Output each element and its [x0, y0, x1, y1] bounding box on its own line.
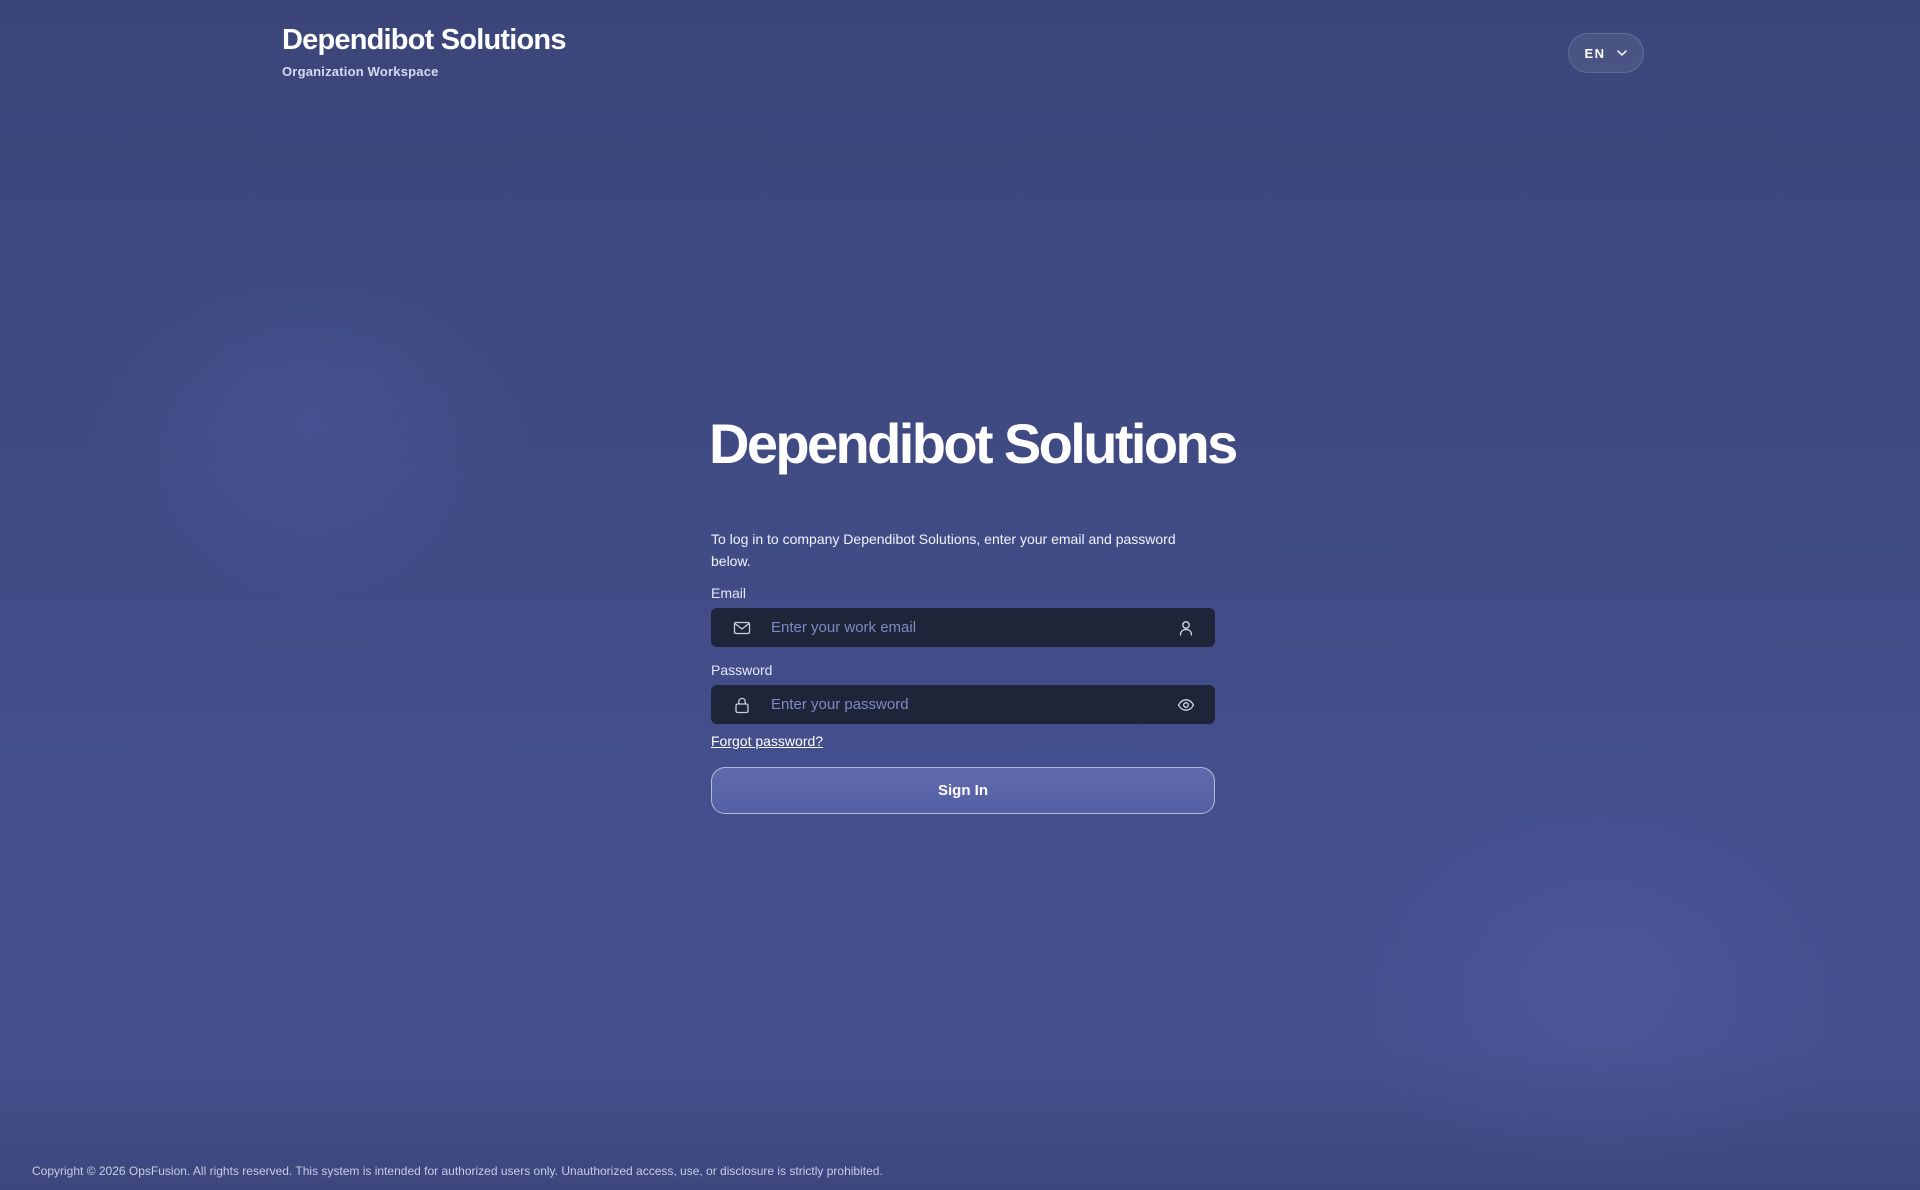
email-input[interactable] — [771, 608, 1177, 647]
password-label: Password — [711, 662, 773, 678]
user-icon — [1177, 619, 1195, 637]
footer-copyright: Copyright © 2026 OpsFusion. All rights r… — [32, 1164, 883, 1178]
lock-icon — [733, 696, 751, 714]
brand-title: Dependibot Solutions — [282, 24, 566, 56]
login-title: Dependibot Solutions — [709, 412, 1238, 475]
eye-icon[interactable] — [1177, 696, 1195, 714]
mail-icon — [733, 619, 751, 637]
chevron-down-icon — [1616, 47, 1628, 59]
password-field-container — [711, 685, 1215, 724]
page-header: Dependibot Solutions Organization Worksp… — [282, 22, 1644, 82]
brand-subtitle: Organization Workspace — [282, 64, 439, 79]
password-input[interactable] — [771, 685, 1177, 724]
sign-in-button[interactable]: Sign In — [711, 767, 1215, 814]
forgot-password-link[interactable]: Forgot password? — [711, 733, 823, 749]
language-selector[interactable]: EN — [1568, 33, 1644, 73]
login-description: To log in to company Dependibot Solution… — [711, 531, 1176, 569]
login-form: Dependibot Solutions To log in to compan… — [709, 408, 1238, 814]
email-field-container — [711, 608, 1215, 647]
language-label: EN — [1584, 45, 1606, 61]
brand: Dependibot Solutions Organization Worksp… — [282, 22, 1644, 79]
email-label: Email — [711, 585, 747, 601]
